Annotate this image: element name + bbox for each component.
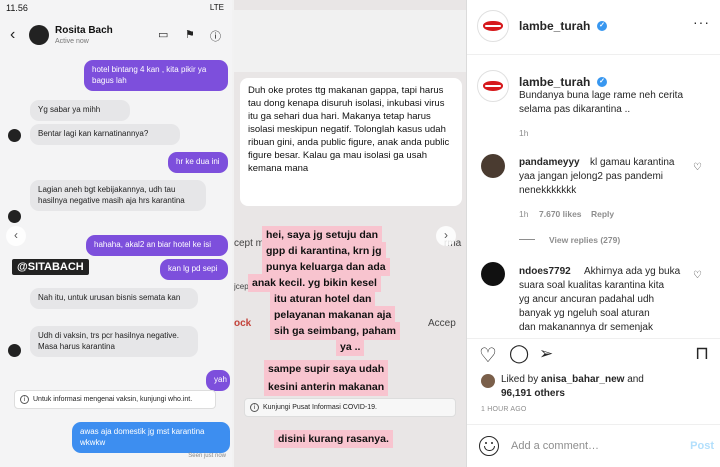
chat-contact-name: Rosita Bach [55,25,113,36]
flag-icon: ⚑ [185,29,195,41]
caption-username[interactable]: lambe_turah [519,75,590,89]
header-username[interactable]: lambe_turah [519,19,590,33]
reply-screenshot: Duh oke protes ttg makanan gappa, tapi h… [234,0,466,467]
profile-avatar[interactable] [477,10,509,42]
chat-message-in: Bentar lagi kan karnatinannya? [30,124,180,145]
video-call-icon: ▭ [158,29,169,41]
view-replies-button[interactable]: View replies (279) [549,235,620,245]
caption-text: selama pas dikarantina .. [519,104,631,115]
caption-line: ya .. [336,338,365,356]
comment-box-divider [467,424,720,425]
chat-active-status: Active now [55,38,89,45]
comment-text: yg ancur ancuran padahal udh [519,294,655,305]
comment-text: yaa jangan jelong2 pas pandemi [519,171,663,182]
post-timestamp[interactable]: 1 HOUR AGO [481,406,527,413]
comment-username[interactable]: pandameyyy [519,157,580,168]
info-icon: i [250,403,259,412]
covid-info-banner[interactable]: i Untuk informasi mengenai vaksin, kunju… [14,390,216,409]
emoji-icon[interactable] [479,436,499,456]
seen-status: Seen just now [188,453,226,459]
status-network: LTE [209,3,224,12]
comment-like-heart-icon[interactable]: ♡ [693,270,702,281]
chat-message-in: Lagian aneh bgt kebijakannya, udh tau ha… [30,180,206,211]
verified-badge-icon: ✓ [597,21,607,31]
chat-message-out: yah [206,370,230,391]
sender-avatar [8,344,21,357]
chat-message-in: Udh di vaksin, trs pcr hasilnya negative… [30,326,198,357]
back-arrow-icon: ‹ [10,26,16,43]
commenter-avatar[interactable] [481,262,505,286]
comment-bubble-icon[interactable]: ◯ [509,343,529,364]
faded-text-left: cept m [234,238,265,249]
caption-line: disini kurang rasanya. [274,430,393,448]
caption-line: sampe supir saya udah [264,360,389,378]
post-media: 11.56 LTE ‹ Rosita Bach Active now ▭ ⚑ ⓘ… [0,0,466,467]
quoted-chat-thumbnail [234,10,466,72]
liker-avatar[interactable] [481,374,495,388]
chat-message-in: Yg sabar ya mihh [30,100,130,121]
faded-accept-label: Accep [428,318,456,329]
comment-like-heart-icon[interactable]: ♡ [693,162,702,173]
carousel-next-button[interactable]: › [436,226,456,246]
sender-avatar [8,129,21,142]
liked-by-user[interactable]: anisa_bahar_new [541,374,624,385]
chat-message-out: hr ke dua ini [168,152,228,173]
comment-text: kl gamau karantina [590,157,675,168]
reply-note: Duh oke protes ttg makanan gappa, tapi h… [240,78,462,206]
caption-text: Bundanya buna lage rame neh cerita [519,90,684,101]
info-icon: i [20,395,29,404]
comment-text: nenekkkkkkk [519,185,577,196]
likes-summary: Liked by anisa_bahar_new and [501,373,644,386]
verified-badge-icon: ✓ [597,77,607,87]
comment-text: suara soal kualitas karantina kita [519,280,665,291]
chat-avatar [29,25,49,45]
bookmark-icon[interactable]: ⊓ [695,343,709,364]
liked-by-label: Liked by [501,374,539,385]
caption-age[interactable]: 1h [519,128,528,138]
chat-message-out: hahaha, akal2 an biar hotel ke isi [86,235,228,256]
like-heart-icon[interactable]: ♡ [479,343,497,368]
username-sticker: @SITABACH [12,259,89,275]
comment-username[interactable]: ndoes7792 [519,266,571,277]
sender-avatar [8,210,21,223]
caption-avatar[interactable] [477,70,509,102]
covid-info-text: Untuk informasi mengenai vaksin, kunjung… [33,396,193,403]
post-comment-button[interactable]: Post [690,440,714,452]
status-time: 11.56 [6,3,28,13]
carousel-prev-button[interactable]: ‹ [6,226,26,246]
faded-block-label: ock [234,318,252,329]
chat-message-out: awas aja domestik jg mst karantina wkwkw [72,422,230,453]
info-icon: ⓘ [210,31,221,43]
comment-text: Akhirnya ada yg buka [584,266,681,277]
covid-info-banner[interactable]: i Kunjungi Pusat Informasi COVID-19. [244,398,456,417]
post-sidebar: lambe_turah ✓ ··· lambe_turah ✓ Bundanya… [466,0,720,467]
liked-and-label: and [627,374,644,385]
chat-message-out: hotel bintang 4 kan , kita pikir ya bagu… [84,60,228,91]
chat-message-out: kan lg pd sepi [160,259,228,280]
caption-line: sih ga seimbang, paham [270,322,400,340]
more-options-icon[interactable]: ··· [693,14,710,30]
comment-likes[interactable]: 7.670 likes [539,209,582,219]
comment-text: dan makanannya dr semenjak [519,322,653,333]
share-send-icon[interactable]: ➢ [539,344,553,364]
add-comment-input[interactable]: Add a comment… [511,440,599,452]
comment-reply-button[interactable]: Reply [591,209,614,219]
chat-header: ‹ Rosita Bach Active now ▭ ⚑ ⓘ [0,22,232,52]
header-divider [467,54,720,55]
comment-age[interactable]: 1h [519,209,528,219]
comment-text: banyak yg ngeluh soal aturan [519,308,650,319]
commenter-avatar[interactable] [481,154,505,178]
chat-screenshot: 11.56 LTE ‹ Rosita Bach Active now ▭ ⚑ ⓘ… [0,0,232,467]
actions-divider [467,338,720,339]
covid-info-text: Kunjungi Pusat Informasi COVID-19. [263,404,377,411]
caption-line: kesini anterin makanan [264,378,389,396]
liked-others-count[interactable]: 96,191 others [501,387,565,400]
replies-line [519,239,535,240]
chat-message-in: Nah itu, untuk urusan bisnis semata kan [30,288,198,309]
